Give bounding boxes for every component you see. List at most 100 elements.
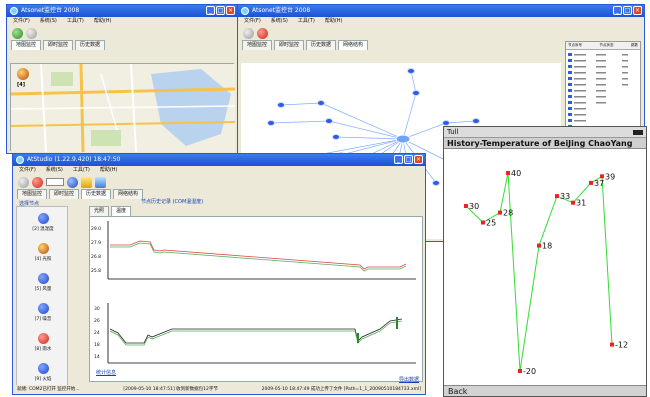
network-node-icon[interactable] bbox=[325, 118, 333, 124]
map-window: Atsonet监控台 2008 _ □ × 文件(F) 系统(S) 工具(T) … bbox=[6, 4, 238, 154]
statistics-link[interactable]: 统计信息 bbox=[96, 369, 116, 376]
chart2-tick-label: 24 bbox=[94, 331, 100, 336]
tab-realtime-monitor[interactable]: 即时监控 bbox=[43, 40, 74, 50]
temperature-data-label: 30 bbox=[469, 202, 479, 211]
menu-file[interactable]: 文件(F) bbox=[13, 17, 30, 26]
chart-subtabs: 光照 温度 bbox=[89, 206, 132, 216]
minimize-button[interactable]: _ bbox=[613, 6, 622, 15]
disconnect-icon[interactable] bbox=[26, 27, 37, 39]
chart1-tick-label: 26.8 bbox=[91, 255, 102, 260]
menu-file[interactable]: 文件(F) bbox=[244, 17, 261, 26]
network-node-icon[interactable] bbox=[412, 90, 420, 96]
network-node-icon[interactable] bbox=[472, 118, 480, 124]
network-node-icon[interactable] bbox=[407, 68, 415, 74]
chart-icon[interactable] bbox=[95, 176, 106, 188]
menu-system[interactable]: 系统(S) bbox=[271, 17, 288, 26]
sidebar-item-light[interactable]: [4] 光照 bbox=[23, 243, 63, 262]
close-button[interactable]: × bbox=[226, 6, 235, 15]
sidebar-item-label: [9] 火焰 bbox=[34, 377, 52, 382]
sidebar-item-label: [8] 雨水 bbox=[34, 347, 52, 352]
temperature-data-label: 33 bbox=[560, 192, 570, 201]
menu-system[interactable]: 系统(S) bbox=[46, 166, 63, 175]
temperature-chart: 30 25 28 40 -20 18 33 31 3739 -12 bbox=[464, 169, 628, 376]
maximize-button[interactable]: □ bbox=[404, 155, 413, 164]
atstudio-window-titlebar[interactable]: AtStudio (1.22.9.420) 18:47:50 _ □ × bbox=[13, 154, 425, 166]
sensor-marker-label: [4] bbox=[17, 82, 26, 88]
temperature-data-label: 18 bbox=[542, 242, 552, 251]
map-window-menubar: 文件(F) 系统(S) 工具(T) 帮助(H) bbox=[7, 17, 237, 26]
atstudio-window-toolbar bbox=[13, 175, 425, 189]
minimize-button[interactable]: _ bbox=[394, 155, 403, 164]
close-button[interactable]: × bbox=[633, 6, 642, 15]
stop-icon[interactable] bbox=[257, 27, 268, 39]
tab-realtime-monitor[interactable]: 即时监控 bbox=[49, 189, 80, 199]
network-window-titlebar[interactable]: Atsonet监控台 2008 _ □ × bbox=[238, 5, 644, 17]
temperature-point bbox=[498, 210, 502, 215]
node-sidebar: [2] 温湿度 [4] 光照 [5] 风量 [7] 噪音 [8] 雨水 [9] … bbox=[16, 206, 68, 386]
city-map[interactable]: [4] bbox=[10, 63, 236, 153]
history-charts bbox=[107, 221, 416, 364]
menu-file[interactable]: 文件(F) bbox=[19, 166, 36, 175]
temp-humidity-node-icon bbox=[37, 213, 49, 224]
chart-title: History-Temperature of BeiJing ChaoYang bbox=[444, 138, 646, 149]
tab-map-monitor[interactable]: 地图监控 bbox=[242, 40, 273, 50]
temperature-point bbox=[555, 194, 559, 199]
network-window-toolbar bbox=[238, 26, 644, 40]
refresh-icon[interactable] bbox=[67, 176, 78, 188]
minimize-button[interactable]: _ bbox=[206, 6, 215, 15]
map-window-titlebar[interactable]: Atsonet监控台 2008 _ □ × bbox=[7, 5, 237, 17]
menu-help[interactable]: 帮助(H) bbox=[100, 166, 118, 175]
tab-network-structure[interactable]: 网络结构 bbox=[113, 189, 144, 199]
col-node-id: 节点序号 bbox=[568, 43, 582, 47]
network-node-icon[interactable] bbox=[332, 134, 340, 140]
temperature-point bbox=[506, 171, 510, 175]
menu-tools[interactable]: 工具(T) bbox=[67, 17, 84, 26]
temperature-point bbox=[537, 243, 541, 248]
tab-network-structure[interactable]: 网络结构 bbox=[338, 40, 369, 50]
export-data-link[interactable]: 导出数据 bbox=[399, 376, 419, 383]
map-roads bbox=[10, 63, 236, 153]
check-icon[interactable] bbox=[81, 176, 92, 188]
connect-icon[interactable] bbox=[12, 27, 23, 39]
back-button[interactable]: Back bbox=[444, 385, 646, 396]
tab-map-monitor[interactable]: 地图监控 bbox=[17, 189, 48, 199]
subtab-temperature[interactable]: 温度 bbox=[111, 206, 132, 216]
network-node-icon[interactable] bbox=[317, 100, 325, 106]
app-icon bbox=[10, 7, 18, 15]
sidebar-item-noise[interactable]: [7] 噪音 bbox=[23, 303, 63, 322]
maximize-button[interactable]: □ bbox=[216, 6, 225, 15]
tab-map-monitor[interactable]: 地图监控 bbox=[11, 40, 42, 50]
menu-help[interactable]: 帮助(H) bbox=[94, 17, 112, 26]
network-node-icon[interactable] bbox=[432, 180, 440, 186]
chart2-tick-label: 14 bbox=[94, 355, 100, 360]
tab-history-data[interactable]: 历史数据 bbox=[81, 189, 112, 199]
maximize-button[interactable]: □ bbox=[623, 6, 632, 15]
tab-history-data[interactable]: 历史数据 bbox=[306, 40, 337, 50]
menu-system[interactable]: 系统(S) bbox=[40, 17, 57, 26]
sidebar-item-temp-humidity[interactable]: [2] 温湿度 bbox=[23, 213, 63, 232]
light-node-icon bbox=[37, 243, 49, 254]
menu-tools[interactable]: 工具(T) bbox=[298, 17, 315, 26]
phone-screen: Tull History-Temperature of BeiJing Chao… bbox=[443, 126, 647, 397]
sidebar-item-wind[interactable]: [5] 风量 bbox=[23, 273, 63, 292]
tab-realtime-monitor[interactable]: 即时监控 bbox=[274, 40, 305, 50]
sidebar-item-label: [2] 温湿度 bbox=[32, 227, 54, 232]
connect-icon[interactable] bbox=[243, 27, 254, 39]
stop-icon[interactable] bbox=[32, 176, 43, 188]
connect-icon[interactable] bbox=[18, 176, 29, 188]
temperature-point bbox=[600, 174, 604, 179]
sensor-marker-icon[interactable] bbox=[17, 68, 29, 80]
subtab-light[interactable]: 光照 bbox=[89, 206, 110, 216]
menu-help[interactable]: 帮助(H) bbox=[325, 17, 343, 26]
sidebar-item-flame[interactable]: [9] 火焰 bbox=[23, 363, 63, 382]
network-node-icon[interactable] bbox=[277, 102, 285, 108]
temperature-point bbox=[610, 342, 614, 347]
com-port-select[interactable] bbox=[46, 178, 64, 186]
temperature-point bbox=[589, 180, 593, 185]
close-button[interactable]: × bbox=[414, 155, 423, 164]
menu-tools[interactable]: 工具(T) bbox=[73, 166, 90, 175]
sidebar-item-rain[interactable]: [8] 雨水 bbox=[23, 333, 63, 352]
network-node-icon[interactable] bbox=[267, 120, 275, 126]
tab-history-data[interactable]: 历史数据 bbox=[75, 40, 106, 50]
rain-node-icon bbox=[37, 333, 49, 344]
